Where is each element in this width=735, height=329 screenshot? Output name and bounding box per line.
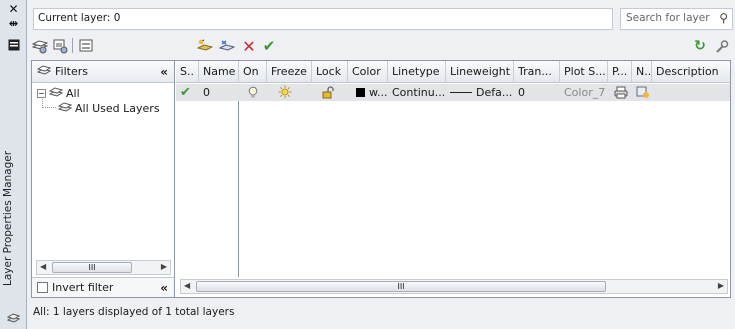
col-header-plot[interactable]: P... [608, 61, 632, 83]
new-layer-icon[interactable] [196, 37, 214, 55]
new-layer-vp-frozen-icon[interactable] [218, 37, 236, 55]
tree-node-all-used-layers[interactable]: All Used Layers [57, 101, 160, 116]
search-input[interactable]: Search for layer ⚲ [620, 8, 733, 30]
col-header-status[interactable]: S.. [176, 61, 199, 83]
tree-node-label: All Used Layers [75, 102, 160, 115]
freeze-sun-icon[interactable] [274, 84, 304, 101]
collapse-filter-tree-icon[interactable]: « [160, 65, 168, 79]
col-header-on[interactable]: On [239, 61, 267, 83]
lineweight-sample [450, 92, 472, 93]
col-header-transparency[interactable]: Tran... [514, 61, 560, 83]
layer-on-bulb-icon[interactable] [244, 84, 264, 101]
invert-filter-label: Invert filter [52, 281, 114, 294]
filter-tree-hscrollbar[interactable]: ◀ III ▶ [36, 260, 171, 275]
col-header-lock[interactable]: Lock [312, 61, 348, 83]
collapse-footer-icon[interactable]: « [160, 281, 168, 295]
col-header-description[interactable]: Description [652, 61, 730, 83]
filter-tree-header: Filters « [32, 61, 174, 83]
row-status-check-icon: ✔ [180, 85, 191, 100]
set-current-icon[interactable]: ✔ [260, 37, 278, 55]
refresh-icon[interactable]: ↻ [691, 37, 709, 55]
col-header-linetype[interactable]: Linetype [388, 61, 446, 83]
new-group-filter-icon[interactable] [51, 37, 69, 55]
row-lineweight[interactable]: Defa... [446, 84, 514, 101]
close-icon[interactable]: ✕ [7, 2, 20, 16]
scroll-thumb[interactable]: III [52, 262, 132, 273]
search-icon[interactable]: ⚲ [719, 11, 728, 25]
top-bar: Current layer: 0 Search for layer ⚲ [31, 5, 733, 32]
column-divider [238, 101, 239, 277]
palette-title-strip: ✕ ⇹ Layer Properties Manager [0, 0, 27, 329]
row-lineweight-label: Defa... [476, 86, 513, 99]
properties-menu-icon[interactable] [7, 38, 20, 51]
status-bar: All: 1 layers displayed of 1 total layer… [33, 306, 235, 318]
col-header-freeze[interactable]: Freeze [267, 61, 312, 83]
filter-tree-pane: Filters « − All All Used Layers ◀ III ▶ … [32, 61, 175, 297]
scroll-right-icon[interactable]: ▶ [161, 262, 167, 271]
new-vp-freeze-icon[interactable] [632, 84, 652, 101]
col-header-plot-style[interactable]: Plot S... [560, 61, 608, 83]
new-property-filter-icon[interactable] [31, 37, 49, 55]
col-header-name[interactable]: Name [199, 61, 239, 83]
layer-list: S.. Name On Freeze Lock Color Linetype L… [176, 61, 730, 297]
color-swatch [356, 88, 365, 97]
col-header-color[interactable]: Color [348, 61, 388, 83]
col-header-new-vp-freeze[interactable]: N.. [632, 61, 652, 83]
scroll-right-icon[interactable]: ▶ [718, 281, 724, 290]
row-name[interactable]: 0 [199, 84, 239, 101]
row-linetype[interactable]: Continu... [388, 84, 446, 101]
layer-properties-panel: Current layer: 0 Search for layer ⚲ ✕ ✔ … [27, 0, 735, 329]
search-placeholder: Search for layer [626, 12, 710, 24]
filters-heading: Filters [55, 65, 88, 78]
row-plot-style: Color_7 [564, 86, 606, 99]
layer-list-hscrollbar[interactable]: ◀ III ▶ [180, 279, 728, 294]
row-transparency[interactable]: 0 [514, 84, 560, 101]
row-color-label: w... [369, 86, 388, 99]
current-layer-field: Current layer: 0 [33, 8, 613, 30]
layer-states-manager-icon[interactable] [77, 37, 95, 55]
toolbar: ✕ ✔ ↻ [31, 35, 731, 57]
unlock-icon[interactable] [318, 84, 344, 101]
plot-printer-icon[interactable] [610, 84, 630, 101]
filter-used-icon [57, 101, 73, 116]
tree-node-label: All [66, 87, 80, 100]
palette-title: Layer Properties Manager [2, 150, 14, 286]
manager-body: Filters « − All All Used Layers ◀ III ▶ … [31, 60, 731, 298]
table-row[interactable]: ✔ 0 w... Continu... Defa... 0 Color_7 [176, 84, 730, 101]
settings-wrench-icon[interactable] [712, 37, 730, 55]
filter-icon [36, 64, 52, 80]
delete-layer-icon[interactable]: ✕ [240, 37, 258, 56]
col-header-lineweight[interactable]: Lineweight [446, 61, 514, 83]
layer-state-icon[interactable] [7, 311, 20, 324]
auto-hide-icon[interactable]: ⇹ [7, 17, 20, 30]
row-color[interactable]: w... [352, 84, 388, 101]
layer-list-header: S.. Name On Freeze Lock Color Linetype L… [176, 61, 730, 83]
invert-filter-checkbox[interactable] [37, 282, 48, 293]
scroll-thumb[interactable]: III [196, 281, 606, 292]
scroll-left-icon[interactable]: ◀ [184, 281, 190, 290]
scroll-left-icon[interactable]: ◀ [40, 262, 46, 271]
filter-tree-footer: Invert filter « [32, 277, 174, 297]
